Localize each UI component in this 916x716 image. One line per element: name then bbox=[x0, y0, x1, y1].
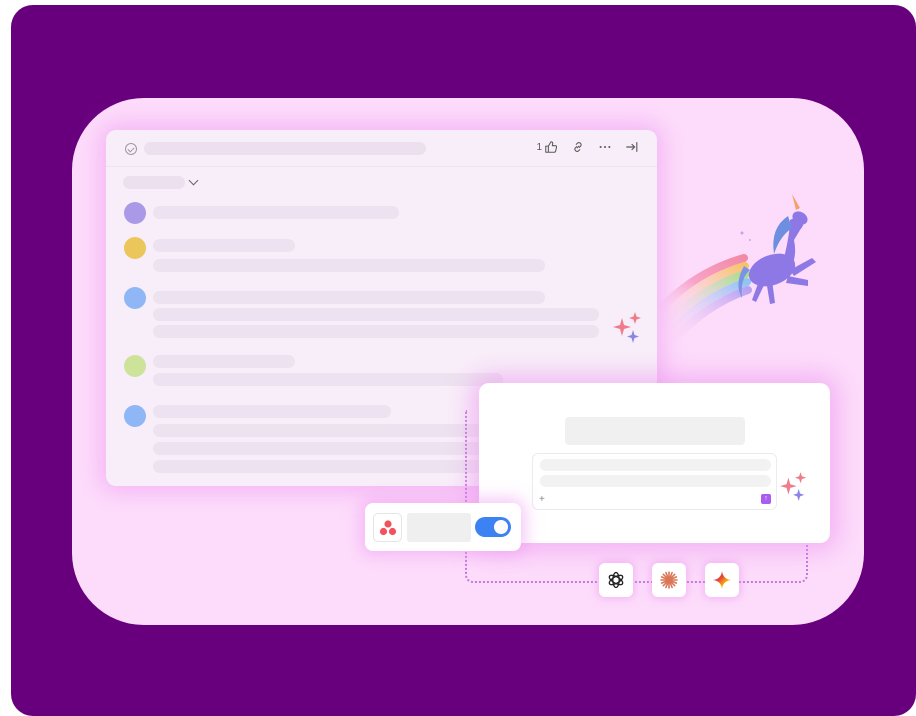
comment-line bbox=[153, 424, 483, 437]
comment-line bbox=[153, 259, 545, 272]
comment-author-placeholder bbox=[153, 239, 295, 252]
comment-author-placeholder bbox=[153, 355, 295, 368]
gemini-icon[interactable] bbox=[705, 563, 739, 597]
comment-line bbox=[153, 373, 503, 386]
avatar bbox=[124, 355, 146, 377]
unicorn-illustration bbox=[653, 194, 816, 349]
attach-button[interactable]: + bbox=[539, 494, 545, 505]
ai-prompt-input[interactable]: + ↑ bbox=[532, 453, 777, 510]
collapse-icon[interactable] bbox=[625, 140, 639, 154]
like-count: 1 bbox=[536, 141, 542, 153]
prompt-line bbox=[540, 459, 771, 471]
task-title-placeholder bbox=[144, 142, 426, 155]
integration-toggle[interactable] bbox=[475, 517, 511, 537]
comment-line bbox=[153, 206, 399, 219]
like-button[interactable]: 1 bbox=[536, 140, 558, 154]
filter-label-placeholder bbox=[123, 176, 185, 189]
avatar bbox=[124, 237, 146, 259]
comment-line bbox=[153, 291, 545, 304]
send-button[interactable]: ↑ bbox=[761, 494, 771, 504]
ai-title-placeholder bbox=[565, 417, 745, 445]
chevron-down-icon bbox=[188, 175, 199, 186]
avatar bbox=[124, 202, 146, 224]
link-icon[interactable] bbox=[571, 140, 585, 154]
more-icon[interactable] bbox=[598, 140, 612, 154]
header-toolbar: 1 bbox=[536, 140, 639, 154]
openai-icon[interactable] bbox=[599, 563, 633, 597]
comment-author-placeholder bbox=[153, 405, 391, 418]
ai-prompt-card: + ↑ bbox=[479, 383, 830, 543]
comment-line bbox=[153, 325, 599, 338]
sparkles-icon bbox=[613, 312, 641, 343]
asana-icon bbox=[373, 513, 402, 542]
thumbs-up-icon bbox=[544, 140, 558, 154]
sparkles-icon bbox=[780, 472, 807, 501]
avatar bbox=[124, 405, 146, 427]
comment-line bbox=[153, 308, 599, 321]
comment-line bbox=[153, 442, 483, 455]
check-circle-icon[interactable] bbox=[125, 143, 137, 155]
claude-icon[interactable] bbox=[652, 563, 686, 597]
integration-name-placeholder bbox=[407, 513, 471, 542]
prompt-line bbox=[540, 475, 771, 487]
comment-line bbox=[153, 460, 483, 473]
task-header: 1 bbox=[106, 130, 657, 167]
integration-card bbox=[365, 503, 521, 551]
avatar bbox=[124, 287, 146, 309]
activity-filter-dropdown[interactable] bbox=[123, 175, 199, 189]
